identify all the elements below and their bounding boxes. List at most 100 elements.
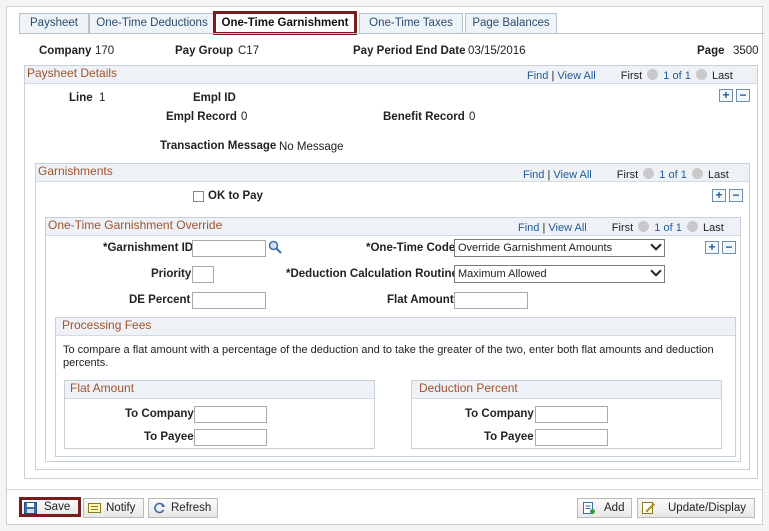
add-row-icon[interactable]: + <box>719 89 733 102</box>
first-label: First <box>620 70 643 82</box>
page-value: 3500 <box>733 45 759 57</box>
transaction-message-label: Transaction Message <box>160 140 277 152</box>
de-percent-input[interactable] <box>192 292 266 309</box>
flat-amount-label: Flat Amount <box>387 294 454 306</box>
notify-label: Notify <box>106 502 136 514</box>
find-link[interactable]: Find <box>518 222 539 234</box>
tab-label: One-Time Taxes <box>369 17 453 29</box>
deduction-calc-label: *Deduction Calculation Routine <box>286 268 458 280</box>
notify-button[interactable]: Notify <box>83 498 144 518</box>
de-percent-label: DE Percent <box>129 294 191 306</box>
add-label: Add <box>604 502 625 514</box>
tab-label: Paysheet <box>30 17 78 29</box>
row-count: 1 of 1 <box>654 222 682 234</box>
flat-amount-title: Flat Amount <box>70 381 135 395</box>
processing-fees-bar <box>56 318 735 336</box>
refresh-icon <box>154 502 166 514</box>
next-icon[interactable] <box>686 221 698 232</box>
previous-icon[interactable] <box>643 168 655 179</box>
ok-to-pay-checkbox[interactable] <box>193 191 204 202</box>
paysheet-nav: Find | View All First 1 of 1 Last <box>527 69 733 82</box>
search-icon[interactable] <box>268 240 282 254</box>
priority-label: Priority <box>151 268 192 280</box>
transaction-message-value: No Message <box>279 141 344 153</box>
one-time-code-value: Override Garnishment Amounts <box>458 242 613 254</box>
line-label: Line <box>69 92 93 104</box>
delete-row-icon[interactable]: − <box>729 189 743 202</box>
pct-to-company-label: To Company <box>465 408 534 420</box>
benefit-record-value: 0 <box>469 111 476 123</box>
tab-page-balances[interactable]: Page Balances <box>465 13 557 33</box>
view-all-link[interactable]: View All <box>548 222 586 234</box>
benefit-record-label: Benefit Record <box>383 111 465 123</box>
next-icon[interactable] <box>691 168 703 179</box>
empl-record-value: 0 <box>241 111 248 123</box>
company-value: 170 <box>95 45 115 57</box>
button-bar-divider <box>7 489 762 490</box>
garnishments-title: Garnishments <box>38 164 113 178</box>
deduction-calc-select[interactable]: Maximum Allowed <box>454 265 665 283</box>
override-title: One-Time Garnishment Override <box>48 218 223 232</box>
paysheet-details-title: Paysheet Details <box>27 66 118 80</box>
first-label: First <box>611 222 634 234</box>
refresh-label: Refresh <box>171 502 212 514</box>
update-display-button[interactable]: Update/Display <box>637 498 755 518</box>
previous-icon[interactable] <box>647 69 659 80</box>
tab-label: One-Time Garnishment <box>221 17 349 29</box>
tab-one-time-taxes[interactable]: One-Time Taxes <box>359 13 463 33</box>
deduction-percent-title: Deduction Percent <box>419 381 518 395</box>
view-all-link[interactable]: View All <box>553 169 591 181</box>
save-icon <box>24 502 37 514</box>
save-button[interactable]: Save <box>19 497 81 517</box>
tab-one-time-garnishment[interactable]: One-Time Garnishment <box>213 11 357 35</box>
flat-amount-input[interactable] <box>454 292 528 309</box>
flat-to-payee-input[interactable] <box>194 429 267 446</box>
delete-row-icon[interactable]: − <box>736 89 750 102</box>
tab-label: One-Time Deductions <box>96 17 208 29</box>
override-nav: Find | View All First 1 of 1 Last <box>518 221 724 234</box>
refresh-button[interactable]: Refresh <box>148 498 218 518</box>
pay-period-value: 03/15/2016 <box>468 45 526 57</box>
flat-to-company-input[interactable] <box>194 406 267 423</box>
garnishment-id-label: *Garnishment ID <box>103 242 194 254</box>
last-label: Last <box>702 222 724 234</box>
one-time-code-label: *One-Time Code <box>366 242 456 254</box>
chevron-down-icon <box>650 265 662 277</box>
pay-group-value: C17 <box>238 45 260 57</box>
line-value: 1 <box>99 92 106 104</box>
tab-paysheet[interactable]: Paysheet <box>19 13 89 33</box>
update-display-label: Update/Display <box>668 502 746 514</box>
flat-to-company-label: To Company <box>125 408 194 420</box>
pct-to-company-input[interactable] <box>535 406 608 423</box>
page-label: Page <box>697 45 725 57</box>
first-label: First <box>616 169 639 181</box>
tab-one-time-deductions[interactable]: One-Time Deductions <box>89 13 215 33</box>
add-icon <box>583 502 595 514</box>
garnishment-id-input[interactable] <box>192 240 266 257</box>
row-count: 1 of 1 <box>659 169 687 181</box>
flat-to-payee-label: To Payee <box>144 431 194 443</box>
deduction-calc-value: Maximum Allowed <box>458 268 547 280</box>
pct-to-payee-input[interactable] <box>535 429 608 446</box>
priority-input[interactable] <box>192 266 214 283</box>
page-frame: Paysheet One-Time Deductions One-Time Ga… <box>6 6 764 525</box>
company-label: Company <box>39 45 92 57</box>
pct-to-payee-label: To Payee <box>484 431 534 443</box>
garnishments-nav: Find | View All First 1 of 1 Last <box>523 168 729 181</box>
find-link[interactable]: Find <box>527 70 548 82</box>
chevron-down-icon <box>650 239 662 251</box>
add-button[interactable]: Add <box>577 498 632 518</box>
empl-record-label: Empl Record <box>166 111 237 123</box>
update-display-icon <box>642 502 655 514</box>
tab-divider <box>19 33 764 34</box>
add-row-icon[interactable]: + <box>705 241 719 254</box>
find-link[interactable]: Find <box>523 169 544 181</box>
next-icon[interactable] <box>695 69 707 80</box>
one-time-code-select[interactable]: Override Garnishment Amounts <box>454 239 665 257</box>
empl-id-label: Empl ID <box>193 92 236 104</box>
previous-icon[interactable] <box>638 221 650 232</box>
pay-period-label: Pay Period End Date <box>353 45 466 57</box>
view-all-link[interactable]: View All <box>557 70 595 82</box>
delete-row-icon[interactable]: − <box>722 241 736 254</box>
add-row-icon[interactable]: + <box>712 189 726 202</box>
